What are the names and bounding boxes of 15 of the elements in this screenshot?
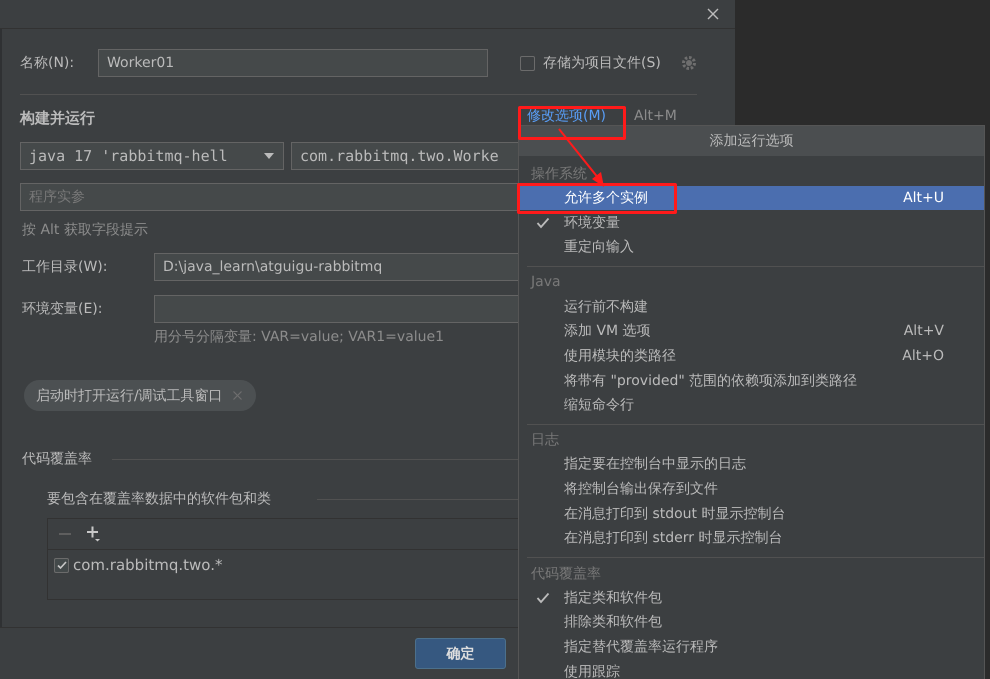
checkbox-label: 存储为项目文件(S) [543,54,662,72]
hint-text: 用分号分隔变量: VAR=value; VAR1=value1 [154,328,444,346]
coverage-subheading: 要包含在覆盖率数据中的软件包和类 [47,490,272,508]
coverage-heading: 代码覆盖率 [22,450,93,468]
section-title: 日志 [531,431,559,450]
hint-text: 按 Alt 获取字段提示 [22,221,148,239]
jdk-value: java 17 'rabbitmq-hell [29,147,228,165]
section-title: 代码覆盖率 [531,564,601,583]
shortcut-hint: Alt+M [634,108,677,124]
section-heading: 构建并运行 [20,109,95,128]
package-name: com.rabbitmq.two.* [73,556,222,574]
popup-title: 添加运行选项 [710,132,794,150]
env-label: 环境变量(E): [22,300,104,318]
name-label: 名称(N): [20,54,76,72]
workdir-label: 工作目录(W): [22,258,108,276]
